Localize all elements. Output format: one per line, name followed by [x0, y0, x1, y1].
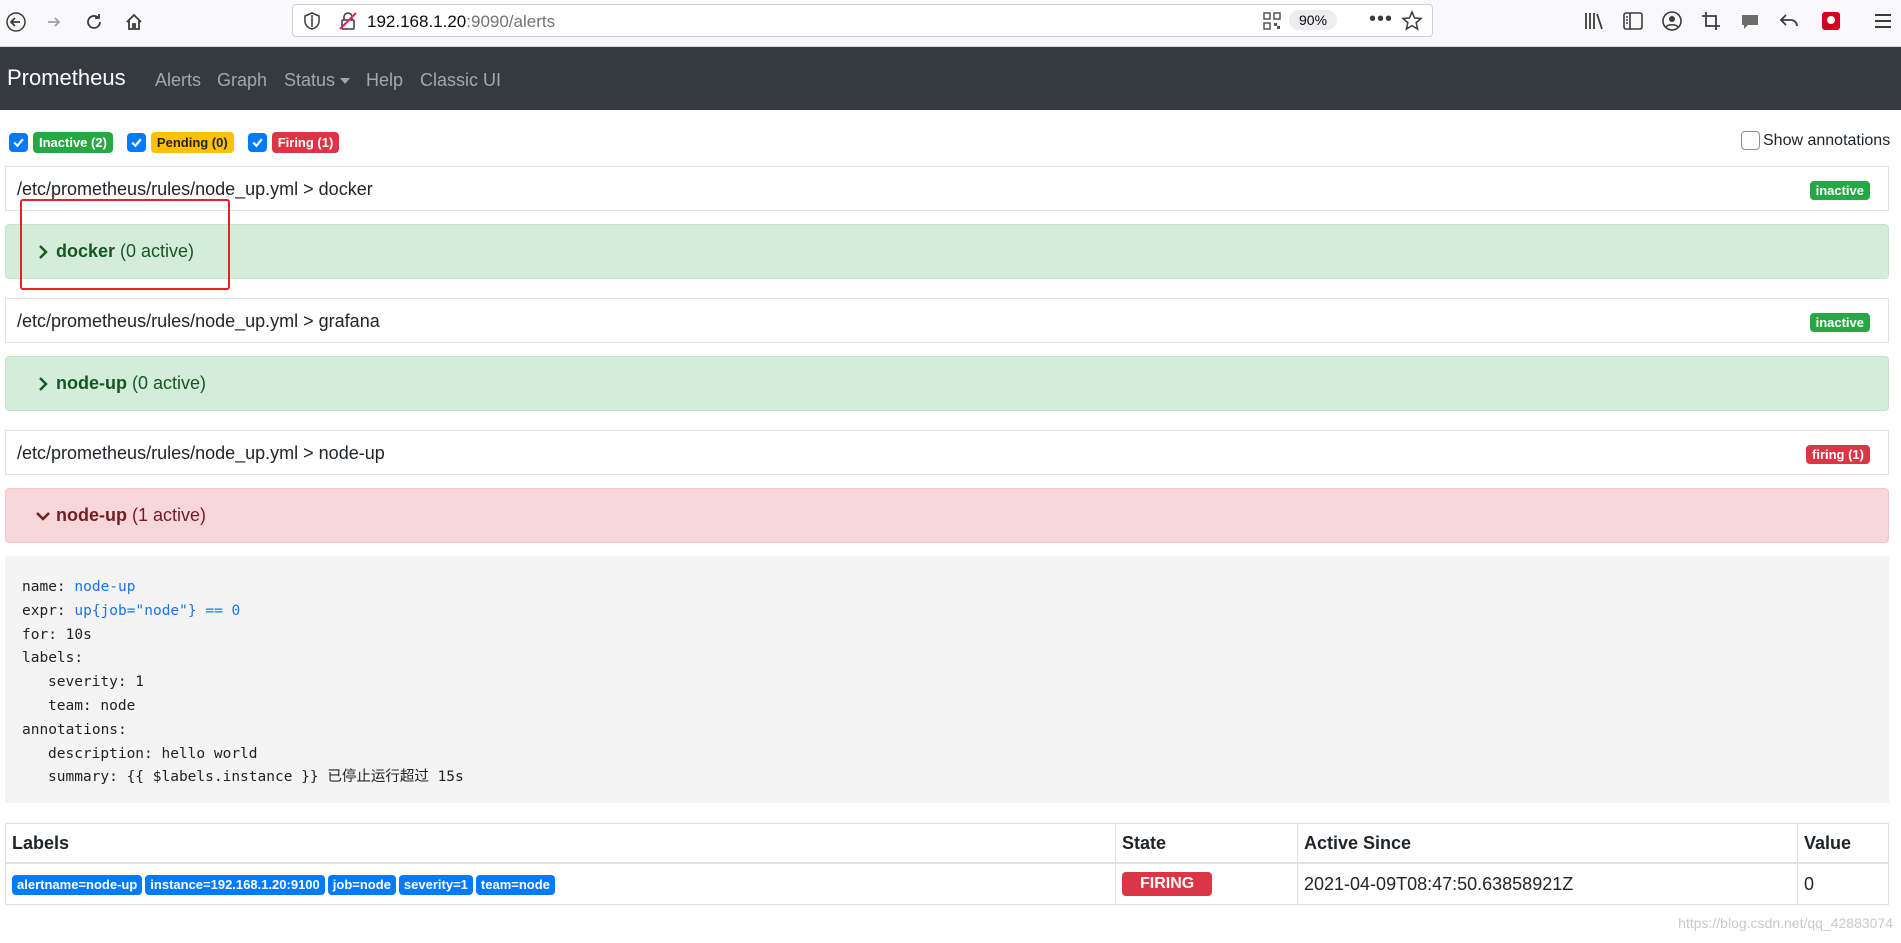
- show-annotations-label: Show annotations: [1763, 131, 1891, 149]
- column-header-active-since: Active Since: [1297, 823, 1798, 864]
- chat-bubble-icon[interactable]: [1739, 10, 1761, 32]
- url-text[interactable]: 192.168.1.20:9090/alerts: [367, 12, 555, 32]
- label-badge: team=node: [475, 875, 555, 895]
- checkmark-icon: [13, 138, 24, 147]
- nav-alerts[interactable]: Alerts: [155, 70, 201, 91]
- inactive-filter-badge[interactable]: Inactive (2): [33, 131, 113, 153]
- rule-row-node-up-firing[interactable]: node-up (1 active): [5, 488, 1889, 543]
- table-row: alertname=node-up instance=192.168.1.20:9…: [5, 862, 1889, 905]
- nav-status-label: Status: [284, 70, 336, 90]
- state-filters: Inactive (2) Pending (0) Firing (1): [9, 131, 353, 153]
- column-header-value: Value: [1797, 823, 1889, 864]
- nav-classic-ui[interactable]: Classic UI: [420, 70, 501, 91]
- rule-name: node-up: [56, 373, 127, 393]
- code-line-name: name: node-up: [22, 579, 136, 595]
- group-path: /etc/prometheus/rules/node_up.yml > graf…: [17, 311, 380, 331]
- code-line-team: team: node: [48, 697, 136, 714]
- home-icon: [126, 13, 142, 30]
- browser-toolbar: 192.168.1.20:9090/alerts 90% •••: [0, 0, 1901, 47]
- alerts-table: Labels State Active Since Value alertnam…: [5, 823, 1889, 905]
- chevron-right-icon: [39, 376, 48, 391]
- forward-arrow-icon: [48, 17, 61, 27]
- column-header-labels: Labels: [5, 823, 1116, 864]
- more-icon[interactable]: •••: [1369, 8, 1393, 31]
- insecure-lock-icon[interactable]: [339, 12, 357, 30]
- table-header-row: Labels State Active Since Value: [5, 823, 1889, 864]
- qr-code-icon[interactable]: [1263, 12, 1281, 30]
- reload-icon: [87, 14, 101, 29]
- nav-help[interactable]: Help: [366, 70, 403, 91]
- code-line-summary: summary: {{ $labels.instance }} 已停止运行超过 …: [48, 769, 464, 786]
- status-badge: firing (1): [1806, 445, 1870, 464]
- library-icon[interactable]: [1583, 10, 1605, 32]
- status-badge: inactive: [1809, 313, 1870, 332]
- hamburger-menu-icon[interactable]: [1872, 10, 1894, 32]
- code-line-expr: expr: up{job="node"} == 0: [22, 602, 241, 619]
- nav-graph[interactable]: Graph: [217, 70, 267, 91]
- extension-icon[interactable]: [1820, 10, 1842, 32]
- account-icon[interactable]: [1661, 10, 1683, 32]
- rule-active-count: (0 active): [131, 373, 207, 393]
- code-line-labels: labels:: [22, 650, 84, 667]
- checkmark-icon: [131, 138, 142, 147]
- group-path: /etc/prometheus/rules/node_up.yml > node…: [17, 443, 385, 463]
- code-line-for: for: 10s: [22, 626, 92, 643]
- state-cell: FIRING: [1115, 862, 1298, 905]
- status-badge: inactive: [1809, 181, 1870, 200]
- firing-state-badge: FIRING: [1122, 872, 1213, 896]
- back-arrow-icon: [6, 12, 26, 32]
- back-button[interactable]: [0, 6, 32, 38]
- code-line-annotations: annotations:: [22, 721, 127, 738]
- group-header-node-up: /etc/prometheus/rules/node_up.yml > node…: [5, 430, 1889, 475]
- show-annotations-toggle[interactable]: Show annotations: [1741, 131, 1890, 150]
- brand-logo[interactable]: Prometheus: [7, 65, 126, 91]
- group-header-grafana: /etc/prometheus/rules/node_up.yml > graf…: [5, 298, 1889, 343]
- pending-checkbox[interactable]: [126, 132, 146, 152]
- forward-button[interactable]: [38, 6, 70, 38]
- home-button[interactable]: [118, 6, 150, 38]
- rule-active-count: (1 active): [131, 505, 207, 525]
- firing-checkbox[interactable]: [247, 132, 267, 152]
- label-badge: alertname=node-up: [12, 875, 143, 895]
- rule-row-docker[interactable]: docker (0 active): [5, 224, 1889, 279]
- chevron-down-icon: [36, 511, 50, 521]
- annotation-highlight-box: [20, 199, 230, 290]
- watermark-text: https://blog.csdn.net/qq_42883074: [1678, 915, 1893, 931]
- pending-filter-badge[interactable]: Pending (0): [150, 131, 234, 153]
- code-line-description: description: hello world: [48, 745, 258, 762]
- active-since-cell: 2021-04-09T08:47:50.63858921Z: [1297, 862, 1798, 905]
- rule-name: node-up: [56, 505, 127, 525]
- value-cell: 0: [1797, 862, 1889, 905]
- inactive-checkbox[interactable]: [9, 132, 28, 152]
- url-bar[interactable]: 192.168.1.20:9090/alerts 90% •••: [292, 4, 1433, 37]
- rule-row-node-up-grafana[interactable]: node-up (0 active): [5, 356, 1889, 411]
- label-badge: instance=192.168.1.20:9100: [145, 875, 325, 895]
- checkmark-icon: [252, 138, 263, 147]
- firing-filter-badge[interactable]: Firing (1): [271, 131, 340, 153]
- show-annotations-checkbox[interactable]: [1741, 131, 1760, 150]
- code-line-severity: severity: 1: [48, 674, 145, 691]
- labels-cell: alertname=node-up instance=192.168.1.20:9…: [5, 862, 1116, 905]
- zoom-level[interactable]: 90%: [1289, 10, 1338, 30]
- rule-definition-code: name: node-up expr: up{job="node"} == 0 …: [5, 556, 1889, 803]
- group-path: /etc/prometheus/rules/node_up.yml > dock…: [17, 179, 373, 199]
- screenshot-crop-icon[interactable]: [1700, 10, 1722, 32]
- prometheus-navbar: Prometheus Alerts Graph Status Help Clas…: [0, 47, 1901, 110]
- nav-status-dropdown[interactable]: Status: [284, 70, 351, 91]
- label-badge: job=node: [327, 875, 396, 895]
- sidebar-icon[interactable]: [1622, 10, 1644, 32]
- label-badge: severity=1: [398, 875, 473, 895]
- caret-down-icon: [340, 78, 351, 85]
- shield-icon[interactable]: [303, 12, 321, 30]
- group-header-docker: /etc/prometheus/rules/node_up.yml > dock…: [5, 166, 1889, 211]
- bookmark-star-icon[interactable]: [1401, 10, 1423, 32]
- column-header-state: State: [1115, 823, 1298, 864]
- undo-arrow-icon[interactable]: [1778, 10, 1800, 32]
- reload-button[interactable]: [78, 6, 110, 38]
